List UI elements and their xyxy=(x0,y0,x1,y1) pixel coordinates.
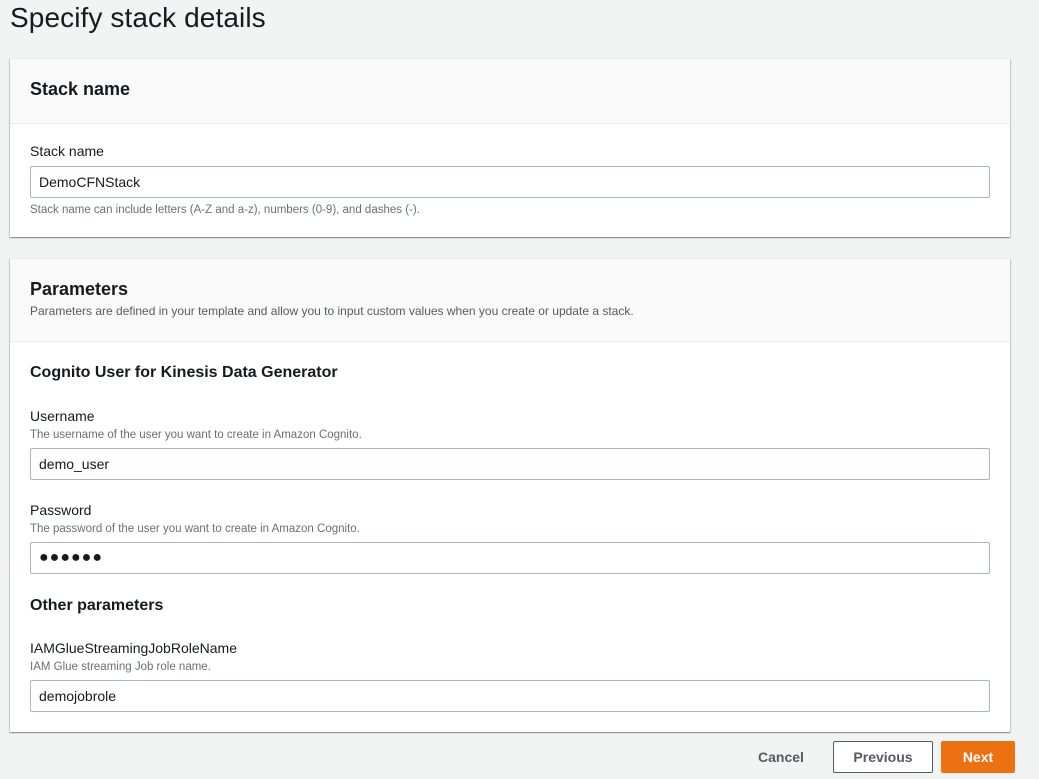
password-label: Password xyxy=(30,502,92,518)
next-button[interactable]: Next xyxy=(941,741,1015,773)
stack-name-panel-title: Stack name xyxy=(30,79,131,99)
iam-role-input[interactable] xyxy=(30,680,990,712)
parameters-panel-title: Parameters xyxy=(30,279,129,299)
stack-name-input[interactable] xyxy=(30,166,990,198)
username-label: Username xyxy=(30,408,95,424)
password-input[interactable] xyxy=(30,542,990,574)
stack-name-panel-header: Stack name xyxy=(10,59,1010,124)
iam-role-help: IAM Glue streaming Job role name. xyxy=(30,661,211,673)
previous-button[interactable]: Previous xyxy=(833,741,933,773)
other-parameters-title: Other parameters xyxy=(30,597,164,614)
iam-role-label: IAMGlueStreamingJobRoleName xyxy=(30,640,237,656)
username-input[interactable] xyxy=(30,448,990,480)
parameters-panel: Parameters Parameters are defined in you… xyxy=(10,258,1010,732)
parameters-panel-header: Parameters Parameters are defined in you… xyxy=(10,259,1010,342)
page-title: Specify stack details xyxy=(10,2,266,33)
stack-name-label: Stack name xyxy=(30,143,104,159)
parameters-panel-description: Parameters are defined in your template … xyxy=(30,304,634,318)
cancel-button[interactable]: Cancel xyxy=(748,741,814,773)
cognito-section-title: Cognito User for Kinesis Data Generator xyxy=(30,364,338,381)
stack-name-help: Stack name can include letters (A-Z and … xyxy=(30,204,420,216)
username-help: The username of the user you want to cre… xyxy=(30,429,362,441)
password-help: The password of the user you want to cre… xyxy=(30,523,360,535)
stack-name-panel: Stack name Stack name Stack name can inc… xyxy=(10,58,1010,237)
